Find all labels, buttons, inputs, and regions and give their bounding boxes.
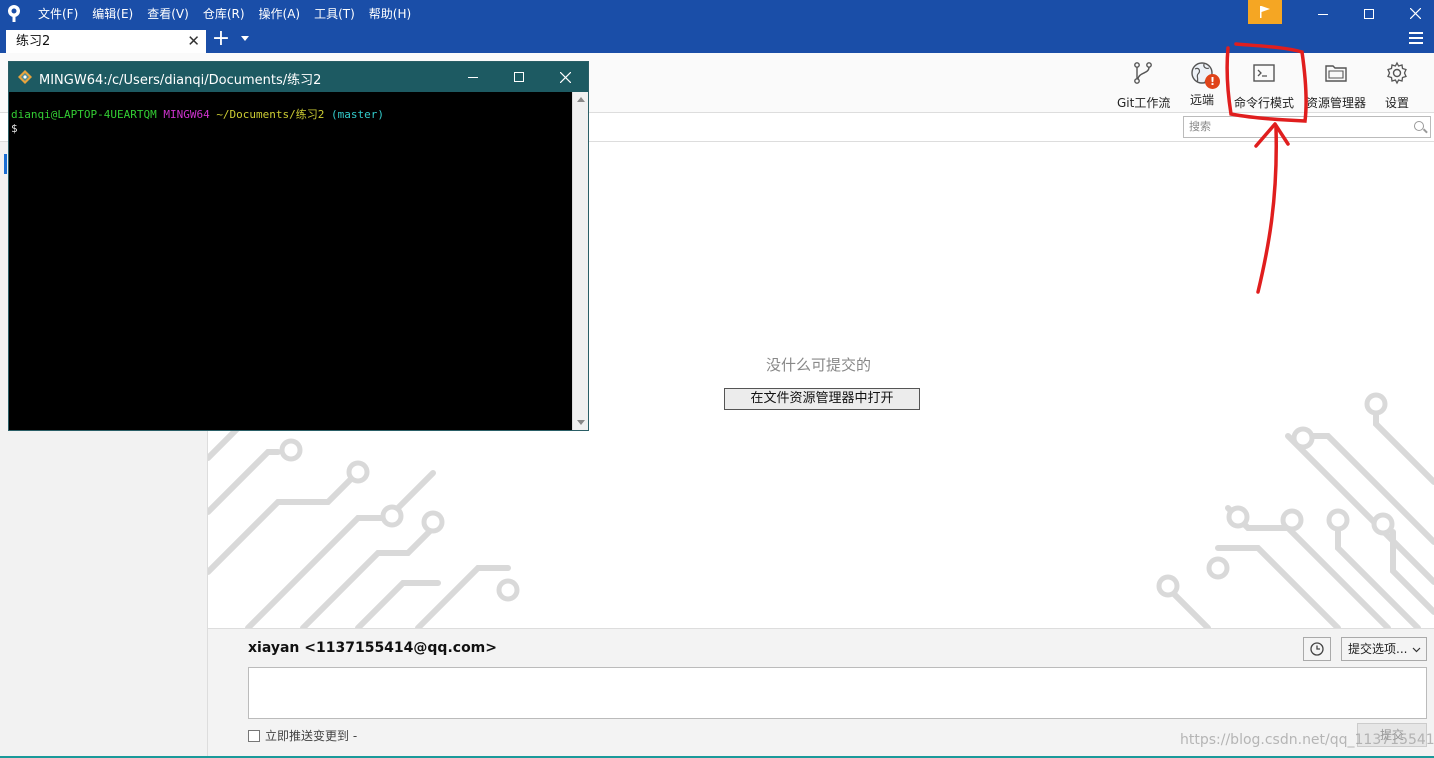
- push-immediately-label: 立即推送变更到 -: [265, 729, 358, 743]
- flag-button[interactable]: [1248, 0, 1282, 24]
- git-flow-icon: [1134, 62, 1152, 84]
- terminal-scrollbar[interactable]: [572, 92, 588, 430]
- commit-message-input[interactable]: [248, 667, 1427, 719]
- menu-actions[interactable]: 操作(A): [259, 5, 301, 22]
- maximize-button[interactable]: [1346, 0, 1392, 27]
- watermark-text: https://blog.csdn.net/qq_1137155414: [1180, 732, 1434, 748]
- add-tab-icon[interactable]: +: [210, 28, 232, 51]
- terminal-window[interactable]: MINGW64:/c/Users/dianqi/Documents/练习2 di…: [8, 61, 589, 431]
- push-option-row: 立即推送变更到 -: [248, 727, 357, 744]
- terminal-user-host: dianqi@LAPTOP-4UEARTQM: [11, 108, 157, 121]
- flag-icon: [1260, 6, 1270, 18]
- terminal-close-button[interactable]: [542, 62, 588, 92]
- terminal-env: MINGW64: [163, 108, 210, 121]
- title-bar: 文件(F) 编辑(E) 查看(V) 仓库(R) 操作(A) 工具(T) 帮助(H…: [0, 0, 1434, 27]
- menu-file[interactable]: 文件(F): [38, 5, 78, 22]
- menu-view[interactable]: 查看(V): [147, 5, 189, 22]
- terminal-minimize-button[interactable]: [450, 62, 496, 92]
- explorer-button[interactable]: 资源管理器: [1305, 61, 1367, 111]
- clock-icon: [1310, 642, 1324, 656]
- terminal-prompt-line: dianqi@LAPTOP-4UEARTQM MINGW64 ~/Documen…: [11, 108, 572, 122]
- remote-button[interactable]: ! 远端: [1188, 61, 1220, 108]
- terminal-output[interactable]: dianqi@LAPTOP-4UEARTQM MINGW64 ~/Documen…: [9, 92, 572, 430]
- maximize-icon: [514, 72, 524, 82]
- minimize-icon: [468, 77, 478, 78]
- minimize-icon: [1318, 13, 1328, 15]
- folder-icon: [1325, 65, 1347, 82]
- git-flow-button[interactable]: Git工作流: [1117, 61, 1171, 111]
- minimize-button[interactable]: [1300, 0, 1346, 27]
- nothing-to-commit-text: 没什么可提交的: [766, 356, 872, 374]
- terminal-icon: [1253, 64, 1275, 82]
- terminal-button[interactable]: 命令行模式: [1233, 61, 1295, 111]
- tab-repo[interactable]: 练习2 ✕: [6, 30, 206, 53]
- sidebar-selection-marker: [4, 154, 7, 174]
- explorer-label: 资源管理器: [1305, 96, 1366, 110]
- settings-label: 设置: [1384, 96, 1409, 110]
- tab-bar: 练习2 ✕ +: [0, 27, 1434, 53]
- remote-icon-wrap: !: [1190, 61, 1220, 89]
- terminal-prompt-symbol: $: [11, 122, 18, 135]
- terminal-maximize-button[interactable]: [496, 62, 542, 92]
- menu-bar: 文件(F) 编辑(E) 查看(V) 仓库(R) 操作(A) 工具(T) 帮助(H…: [38, 0, 425, 27]
- commit-author: xiayan <1137155414@qq.com>: [248, 640, 497, 656]
- tab-close-icon[interactable]: ✕: [187, 30, 200, 53]
- maximize-icon: [1364, 8, 1374, 19]
- remote-label: 远端: [1189, 93, 1214, 107]
- commit-options-label: 提交选项...: [1348, 642, 1408, 656]
- tab-label: 练习2: [16, 34, 51, 49]
- settings-button[interactable]: 设置: [1384, 61, 1410, 111]
- menu-repository[interactable]: 仓库(R): [203, 5, 245, 22]
- open-in-explorer-button[interactable]: 在文件资源管理器中打开: [724, 388, 920, 410]
- terminal-path: ~/Documents/练习2: [216, 108, 325, 121]
- chevron-down-icon: [1412, 647, 1421, 653]
- scroll-up-icon[interactable]: [577, 97, 585, 102]
- terminal-label: 命令行模式: [1233, 96, 1294, 110]
- search-icon: [1414, 121, 1424, 131]
- sourcetree-logo-icon[interactable]: [4, 3, 24, 23]
- close-icon: [1409, 8, 1421, 19]
- menu-tools[interactable]: 工具(T): [314, 5, 355, 22]
- terminal-title-text: MINGW64:/c/Users/dianqi/Documents/练习2: [39, 73, 322, 88]
- commit-history-button[interactable]: [1303, 637, 1331, 661]
- terminal-branch: (master): [331, 108, 385, 121]
- menu-help[interactable]: 帮助(H): [369, 5, 411, 22]
- commit-options-dropdown[interactable]: 提交选项...: [1341, 637, 1427, 661]
- close-icon: [559, 71, 571, 83]
- git-bash-logo-icon: [18, 70, 32, 84]
- close-button[interactable]: [1392, 0, 1434, 27]
- scroll-down-icon[interactable]: [577, 420, 585, 425]
- search-placeholder: 搜索: [1189, 120, 1211, 133]
- tab-dropdown-icon[interactable]: [241, 36, 249, 41]
- search-input[interactable]: 搜索: [1183, 116, 1431, 138]
- terminal-title-bar[interactable]: MINGW64:/c/Users/dianqi/Documents/练习2: [9, 62, 588, 92]
- gear-icon: [1387, 61, 1407, 85]
- commit-panel: xiayan <1137155414@qq.com> 提交选项... 立即推送变…: [208, 628, 1434, 758]
- remote-warning-badge: !: [1205, 74, 1220, 89]
- git-flow-label: Git工作流: [1117, 96, 1171, 110]
- push-immediately-checkbox[interactable]: [248, 729, 260, 742]
- menu-edit[interactable]: 编辑(E): [92, 5, 133, 22]
- hamburger-menu-icon[interactable]: [1409, 32, 1423, 44]
